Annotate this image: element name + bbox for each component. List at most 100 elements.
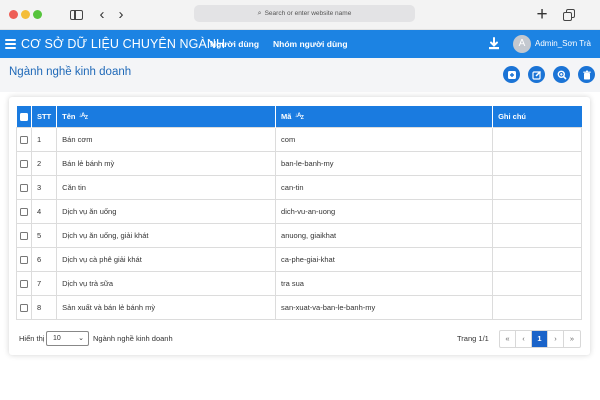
column-header-ten[interactable]: Tên ↓AZ [56,106,277,127]
next-page-button[interactable]: › [548,331,564,347]
table-row[interactable]: 8 Sản xuất và bán lẻ bánh mỳ san-xuat-va-b… [16,294,582,320]
cell-ghi-chu [492,294,582,320]
prev-page-button[interactable]: ‹ [516,331,532,347]
cell-stt: 8 [30,294,58,320]
table-row[interactable]: 5 Dịch vụ ăn uống, giải khát anuong, giaik… [16,222,582,248]
cell-stt: 6 [30,246,58,272]
row-checkbox-cell [16,222,32,248]
table-row[interactable]: 7 Dịch vụ trà sữa tra sua [16,270,582,296]
sort-icon[interactable]: ↓AZ [294,113,303,121]
page-info: Trang 1/1 [457,334,489,343]
row-checkbox[interactable] [20,279,28,288]
cell-ghi-chu [492,246,582,272]
back-arrow-icon[interactable]: ‹ [96,6,108,24]
row-checkbox[interactable] [20,303,28,312]
cell-stt: 5 [30,222,58,248]
column-header-ma-label: Mã [281,111,292,121]
show-label: Hiển thị [19,334,45,343]
add-button[interactable] [503,66,520,83]
column-header-ma[interactable]: Mã ↓AZ [275,106,494,127]
cell-ghi-chu [492,198,582,224]
row-checkbox[interactable] [20,183,28,192]
cell-ma: can-tin [275,174,494,200]
cell-ma: dich-vu-an-uong [275,198,494,224]
entity-label: Ngành nghề kinh doanh [93,334,173,343]
row-checkbox[interactable] [20,255,28,264]
first-page-button[interactable]: « [500,331,516,347]
column-header-stt: STT [31,106,58,127]
cell-ten: Dịch vụ ăn uống, giải khát [56,222,277,248]
chevron-down-icon: ⌄ [78,335,84,342]
nav-users[interactable]: Người dùng [210,30,259,58]
cell-ten: Dịch vụ trà sữa [56,270,277,296]
hamburger-menu-icon[interactable] [5,39,16,49]
cell-ten: Bán cơm [56,126,277,152]
table-header-row: STT Tên ↓AZ Mã ↓AZ Ghi chú [16,106,582,127]
row-checkbox[interactable] [20,231,28,240]
row-checkbox-cell [16,198,32,224]
trash-icon [582,70,591,79]
table-row[interactable]: 4 Dịch vụ ăn uống dich-vu-an-uong [16,198,582,224]
nav-user-groups[interactable]: Nhóm người dùng [273,30,348,58]
maximize-window-button[interactable] [33,10,42,19]
tabs-overview-icon[interactable] [562,6,576,24]
table-row[interactable]: 2 Bán lẻ bánh mỳ ban-le-banh-my [16,150,582,176]
cell-stt: 4 [30,198,58,224]
new-tab-icon[interactable]: + [534,5,550,24]
page-title: Ngành nghề kinh doanh [9,66,132,78]
cell-stt: 3 [30,174,58,200]
row-checkbox-cell [16,150,32,176]
download-icon[interactable] [488,37,500,50]
sidebar-toggle-icon[interactable] [69,6,85,24]
cell-ma: tra sua [275,270,494,296]
cell-ma: ca-phe-giai-khat [275,246,494,272]
row-checkbox-cell [16,270,32,296]
table-row[interactable]: 1 Bán cơm com [16,126,582,152]
user-name[interactable]: Admin_Sơn Trà [535,30,591,58]
cell-ma: anuong, giaikhat [275,222,494,248]
cell-stt: 1 [30,126,58,152]
page-size-select[interactable]: 10 ⌄ [46,331,89,346]
last-page-button[interactable]: » [564,331,580,347]
sort-icon[interactable]: ↓AZ [79,113,88,121]
forward-arrow-icon[interactable]: › [115,6,127,24]
cell-ma: com [275,126,494,152]
search-button[interactable] [553,66,570,83]
cell-ten: Bán lẻ bánh mỳ [56,150,277,176]
edit-button[interactable] [528,66,545,83]
cell-ten: Căn tin [56,174,277,200]
row-checkbox[interactable] [20,159,28,168]
app-title[interactable]: CƠ SỞ DỮ LIỆU CHUYÊN NGÀNH [21,30,225,58]
plus-square-icon [507,70,516,79]
edit-icon [531,70,541,80]
row-checkbox-cell [16,294,32,320]
avatar[interactable]: A [513,35,531,53]
page-1-button[interactable]: 1 [532,331,548,347]
cell-ma: ban-le-banh-my [275,150,494,176]
cell-ghi-chu [492,270,582,296]
select-all-checkbox[interactable] [19,112,28,121]
cell-ghi-chu [492,222,582,248]
cell-ghi-chu [492,126,582,152]
cell-ghi-chu [492,150,582,176]
column-header-ten-label: Tên [62,111,76,121]
app-header: CƠ SỞ DỮ LIỆU CHUYÊN NGÀNH Người dùng Nh… [0,30,600,58]
table-row[interactable]: 3 Căn tin can-tin [16,174,582,200]
cell-stt: 7 [30,270,58,296]
cell-ten: Sản xuất và bán lẻ bánh mỳ [56,294,277,320]
table-row[interactable]: 6 Dịch vụ cà phê giải khát ca-phe-giai-kha… [16,246,582,272]
row-checkbox-cell [16,246,32,272]
row-checkbox-cell [16,174,32,200]
minimize-window-button[interactable] [21,10,30,19]
close-window-button[interactable] [9,10,18,19]
page-size-value: 10 [53,335,61,342]
cell-stt: 2 [30,150,58,176]
table-footer: Hiển thị 10 ⌄ Ngành nghề kinh doanh Tran… [16,330,582,348]
row-checkbox[interactable] [20,135,28,144]
cell-ten: Dịch vụ cà phê giải khát [56,246,277,272]
row-checkbox[interactable] [20,207,28,216]
column-header-ghi-chu: Ghi chú [498,111,526,121]
delete-button[interactable] [578,66,595,83]
row-checkbox-cell [16,126,32,152]
address-bar[interactable]: ⌕ Search or enter website name [194,5,415,22]
